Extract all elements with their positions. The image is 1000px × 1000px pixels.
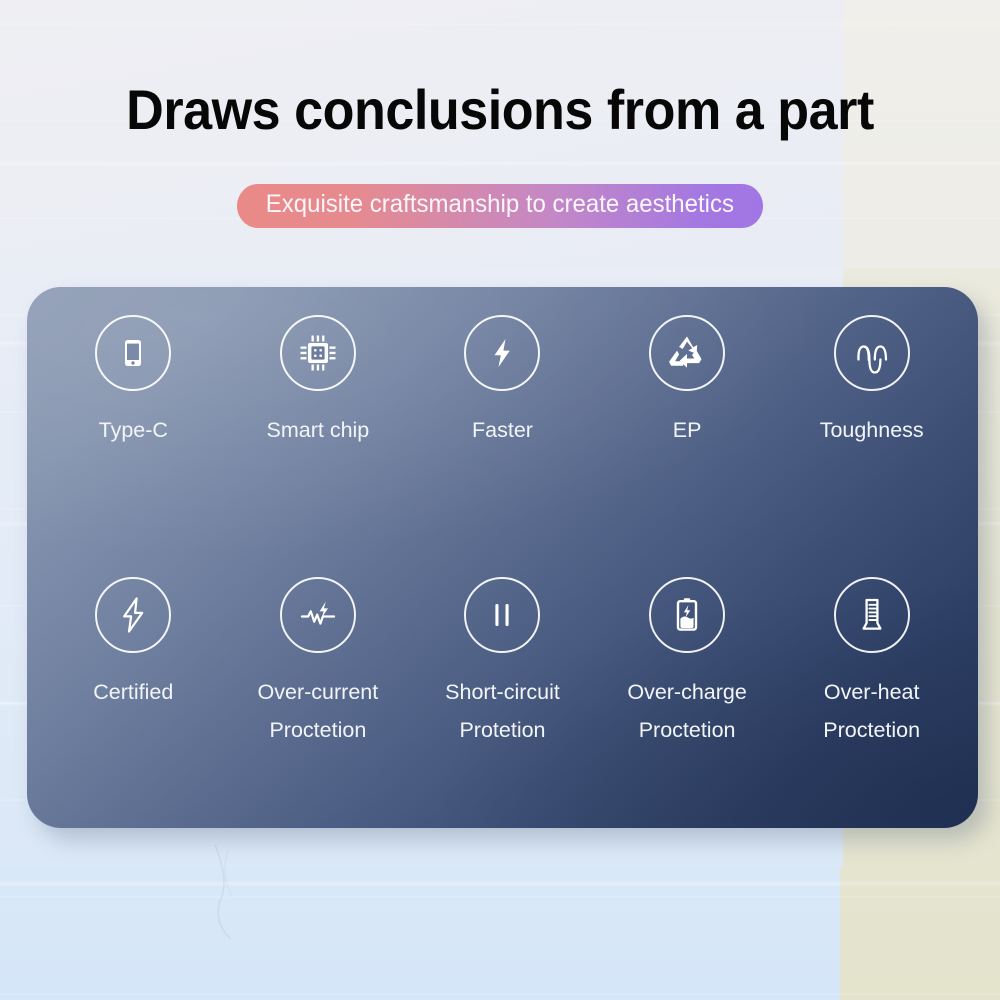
feature-item-certified[interactable]: Certified — [41, 565, 226, 810]
lightning-bolt-icon — [464, 315, 541, 391]
pulse-bolt-icon — [279, 577, 356, 653]
feature-item-toughness[interactable]: Toughness — [779, 315, 964, 565]
feature-label: Over-charge Proctetion — [627, 679, 747, 744]
feature-label: Smart chip — [267, 417, 370, 445]
feature-label: Type-C — [99, 417, 168, 445]
feature-grid: Type-C Smart chip Faster EP Toughness Ce… — [27, 287, 978, 828]
feature-label-line1: Smart chip — [266, 418, 370, 442]
feature-label: Certified — [93, 679, 173, 707]
feature-label-line2: Proctetion — [823, 717, 921, 742]
feature-label-line1: Type-C — [98, 418, 168, 442]
smartphone-icon — [95, 315, 172, 391]
feature-label: Short-circuit Protetion — [445, 679, 560, 744]
feature-label-line1: Over-current — [257, 680, 379, 704]
feature-item-faster[interactable]: Faster — [410, 315, 595, 565]
feature-item-over-charge[interactable]: Over-charge Proctetion — [595, 565, 780, 810]
battery-bolt-icon — [649, 577, 726, 653]
feature-item-smart-chip[interactable]: Smart chip — [226, 315, 411, 565]
background-bottom-right-panel — [840, 868, 1000, 1000]
recycle-icon — [649, 315, 726, 391]
feature-label-line2: Proctetion — [638, 717, 736, 742]
feature-panel: Type-C Smart chip Faster EP Toughness Ce… — [27, 287, 978, 828]
page-title: Draws conclusions from a part — [126, 78, 874, 141]
feature-label-line1: Toughness — [819, 418, 924, 442]
feature-label: Over-current Proctetion — [258, 679, 379, 744]
feature-item-over-current[interactable]: Over-current Proctetion — [226, 565, 411, 810]
status-badge: Exquisite craftsmanship to create aesthe… — [237, 184, 763, 228]
feature-item-type-c[interactable]: Type-C — [41, 315, 226, 565]
feature-label-line2: Proctetion — [269, 717, 367, 742]
background-bottom-left-panel — [0, 868, 840, 1000]
feature-label: Over-heat Proctetion — [823, 679, 920, 744]
feature-label-line1: Short-circuit — [445, 680, 560, 704]
feature-label-line1: Faster — [472, 418, 533, 442]
feature-label-line1: Over-charge — [627, 680, 747, 704]
feature-item-ep[interactable]: EP — [595, 315, 780, 565]
feature-item-short-circuit[interactable]: Short-circuit Protetion — [410, 565, 595, 810]
feature-label-line1: Certified — [93, 680, 174, 704]
feature-label: EP — [673, 417, 702, 445]
feature-label: Faster — [472, 417, 533, 445]
pause-bars-icon — [464, 577, 541, 653]
feature-label: Toughness — [820, 417, 924, 445]
bolt-outline-icon — [95, 577, 172, 653]
feature-item-over-heat[interactable]: Over-heat Proctetion — [779, 565, 964, 810]
thermometer-cylinder-icon — [833, 577, 910, 653]
feature-label-line2: Protetion — [459, 717, 546, 742]
wave-loops-icon — [833, 315, 910, 391]
subtitle-badge-container: Exquisite craftsmanship to create aesthe… — [0, 184, 1000, 228]
feature-label-line1: EP — [672, 418, 702, 442]
cpu-chip-icon — [279, 315, 356, 391]
feature-label-line1: Over-heat — [823, 680, 920, 704]
